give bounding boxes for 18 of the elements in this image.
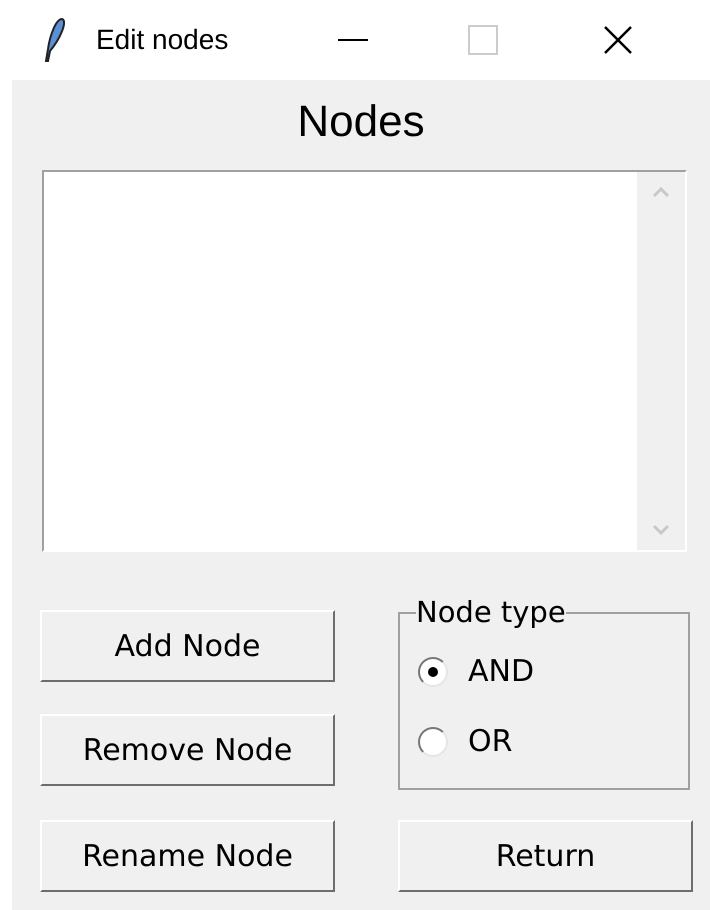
heading: Nodes xyxy=(296,96,426,148)
scrollbar[interactable] xyxy=(637,172,685,550)
feather-icon xyxy=(42,17,68,63)
command-button[interactable]: Rename Node xyxy=(40,820,335,892)
maximize-icon[interactable] xyxy=(468,25,498,55)
window-title: Edit nodes xyxy=(96,23,228,57)
radio-label: OR xyxy=(468,724,512,760)
close-icon[interactable] xyxy=(603,25,634,55)
minimize-icon[interactable] xyxy=(338,38,368,42)
scroll-up-icon[interactable] xyxy=(652,186,670,198)
command-button[interactable]: Remove Node xyxy=(40,714,335,786)
command-button[interactable]: Return xyxy=(398,820,693,892)
command-button[interactable]: Add Node xyxy=(40,610,335,682)
node-list[interactable] xyxy=(42,170,687,552)
radio-button[interactable] xyxy=(418,727,448,757)
radio-button[interactable] xyxy=(418,657,448,687)
radio-label: AND xyxy=(468,654,534,690)
scroll-down-icon[interactable] xyxy=(652,524,670,536)
